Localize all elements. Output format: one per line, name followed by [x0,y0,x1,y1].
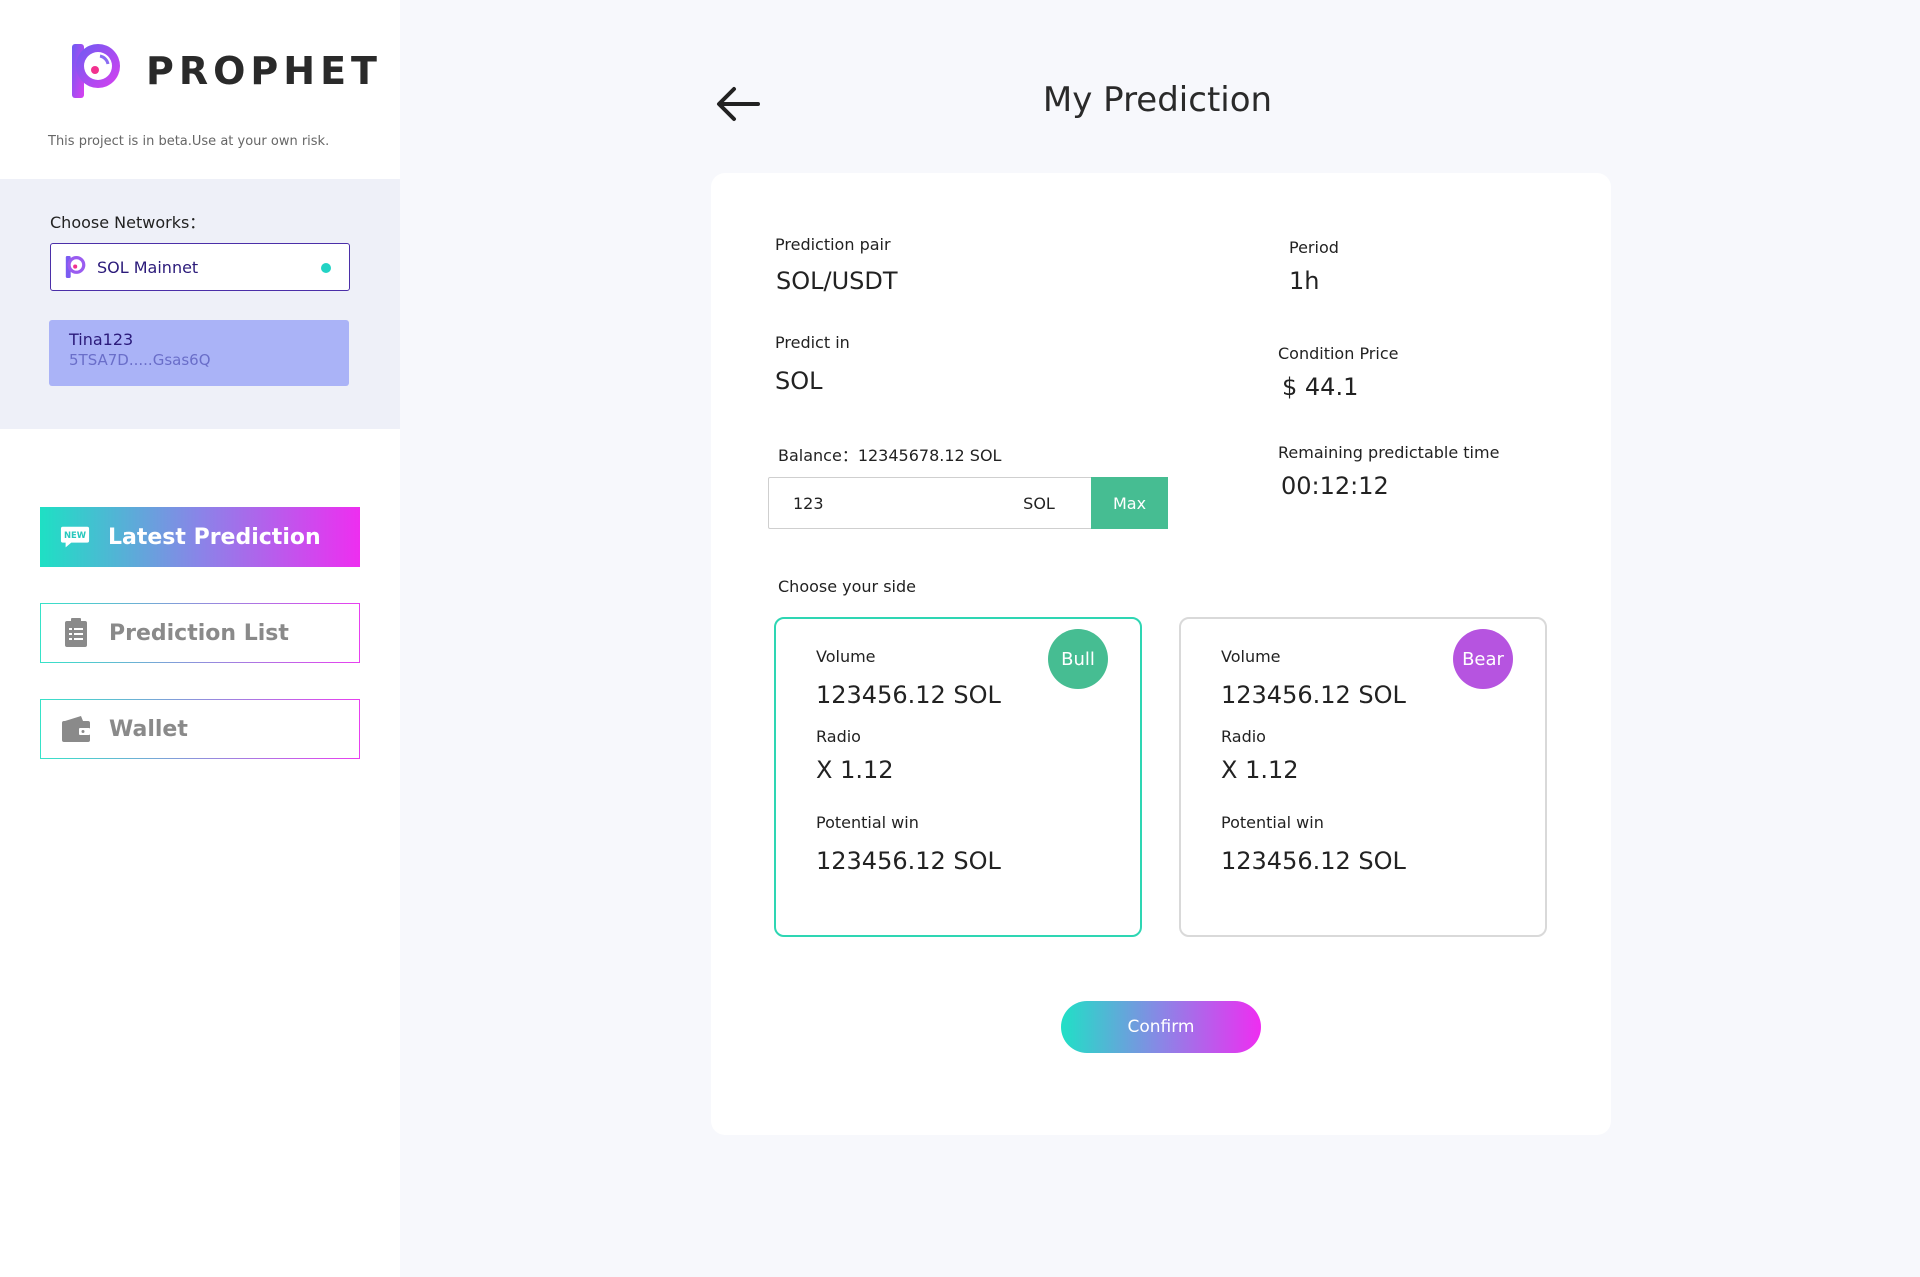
account-address: 5TSA7D.....Gsas6Q [69,351,211,369]
period-value: 1h [1289,267,1320,295]
bull-potential-win-value: 123456.12 SOL [816,847,1001,875]
beta-notice: This project is in beta.Use at your own … [48,134,330,149]
logo[interactable]: PROPHET [70,42,382,100]
new-badge-icon: NEW [60,522,90,552]
bear-radio-label: Radio [1221,727,1266,746]
nav-prediction-list[interactable]: Prediction List [40,603,360,663]
bear-volume-value: 123456.12 SOL [1221,681,1406,709]
bull-potential-win-label: Potential win [816,813,919,832]
nav-wallet[interactable]: Wallet [40,699,360,759]
network-logo-icon [65,255,87,279]
nav-label: Prediction List [109,620,289,646]
pair-label: Prediction pair [775,235,891,254]
nav-label: Wallet [109,716,188,742]
choose-side-label: Choose your side [778,577,916,596]
wallet-icon [61,714,91,744]
network-status-dot [321,263,331,273]
max-button[interactable]: Max [1091,477,1168,529]
bear-potential-win-label: Potential win [1221,813,1324,832]
bull-badge: Bull [1048,629,1108,689]
brand-name: PROPHET [146,49,382,93]
condition-price-value: $ 44.1 [1282,373,1359,401]
sidebar: PROPHET This project is in beta.Use at y… [0,0,400,1277]
remaining-time-label: Remaining predictable time [1278,443,1500,462]
nav-latest-prediction[interactable]: NEW Latest Prediction [40,507,360,567]
network-name: SOL Mainnet [97,257,199,277]
network-select[interactable]: SOL Mainnet [50,243,350,291]
svg-text:NEW: NEW [64,530,87,540]
bear-radio-value: X 1.12 [1221,756,1299,784]
amount-input[interactable] [769,493,999,513]
page-title: My Prediction [1042,80,1273,120]
network-label: Choose Networks： [50,213,206,232]
confirm-button[interactable]: Confirm [1061,1001,1261,1053]
remaining-time-value: 00:12:12 [1281,472,1389,500]
bull-radio-value: X 1.12 [816,756,894,784]
back-button[interactable] [714,84,762,124]
amount-unit: SOL [1023,493,1055,513]
condition-price-label: Condition Price [1278,344,1399,363]
bull-volume-value: 123456.12 SOL [816,681,1001,709]
bull-volume-label: Volume [816,647,876,666]
nav-label: Latest Prediction [108,524,321,550]
clipboard-list-icon [61,618,91,648]
predict-in-value: SOL [775,367,823,395]
balance-text: Balance：12345678.12 SOL [778,446,1002,465]
account-name: Tina123 [69,330,134,349]
pair-value: SOL/USDT [776,267,898,295]
prediction-card: Prediction pair SOL/USDT Period 1h Predi… [711,173,1611,1135]
bear-potential-win-value: 123456.12 SOL [1221,847,1406,875]
bear-volume-label: Volume [1221,647,1281,666]
arrow-left-icon [717,87,760,121]
bull-side-card[interactable]: Bull Volume 123456.12 SOL Radio X 1.12 P… [774,617,1142,937]
bear-badge: Bear [1453,629,1513,689]
bull-radio-label: Radio [816,727,861,746]
bear-side-card[interactable]: Bear Volume 123456.12 SOL Radio X 1.12 P… [1179,617,1547,937]
account-card[interactable]: Tina123 5TSA7D.....Gsas6Q [49,320,349,386]
prophet-logo-icon [70,42,124,100]
network-panel: Choose Networks： SOL Mainnet Tina123 5TS… [0,179,400,429]
period-label: Period [1289,238,1339,257]
predict-in-label: Predict in [775,333,850,352]
amount-field: SOL Max [768,477,1168,529]
